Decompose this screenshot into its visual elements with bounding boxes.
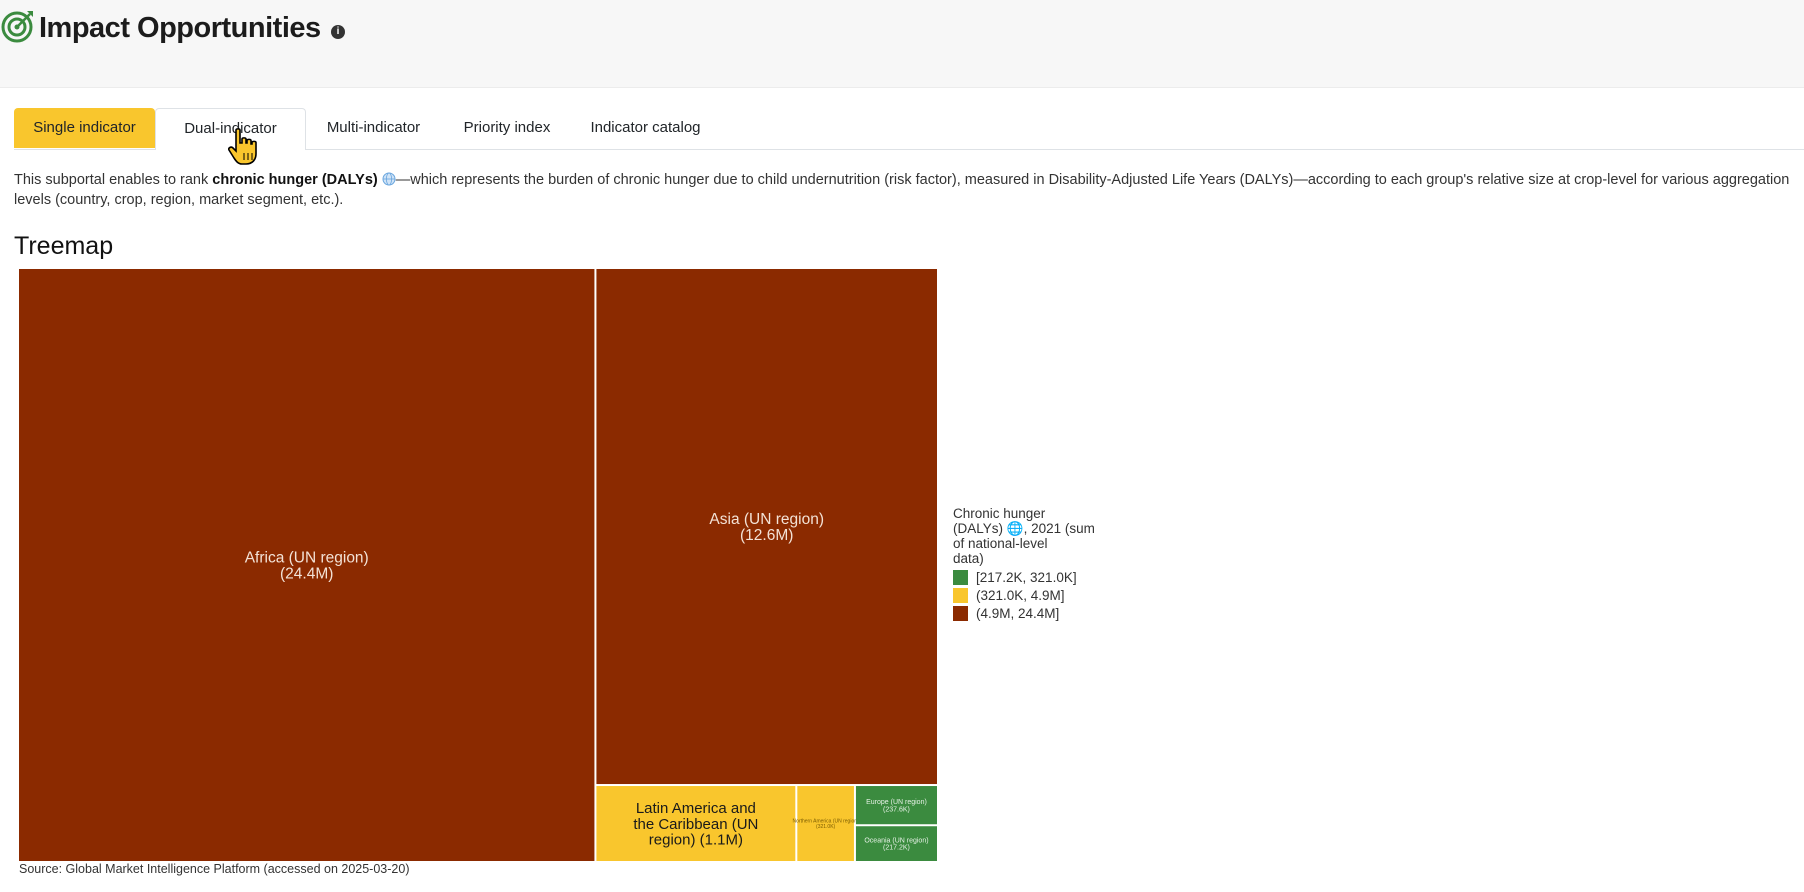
tile-oceania-label: Oceania (UN region) — [864, 837, 928, 844]
tile-africa-label: Africa (UN region) — [245, 549, 369, 566]
tab-indicator-catalog[interactable]: Indicator catalog — [572, 108, 719, 148]
tile-europe-label: (237.6K) — [883, 806, 910, 813]
indicator-name: chronic hunger (DALYs) — [212, 172, 378, 188]
legend-item[interactable]: (321.0K, 4.9M] — [953, 588, 1123, 603]
legend-label: (321.0K, 4.9M] — [976, 588, 1065, 603]
tile-oceania[interactable]: Oceania (UN region)(217.2K) — [855, 826, 937, 861]
legend-swatch — [953, 588, 968, 603]
section-title: Treemap — [14, 232, 114, 260]
info-icon[interactable]: i — [331, 25, 345, 39]
legend-title-line: Chronic hunger — [953, 506, 1046, 521]
treemap-legend: Chronic hunger (DALYs) 🌐, 2021 (sum of n… — [953, 506, 1123, 621]
page-title: Impact Opportunities — [39, 12, 321, 44]
legend-swatch — [953, 570, 968, 585]
legend-item[interactable]: [217.2K, 321.0K] — [953, 570, 1123, 585]
tile-latin-america-label: Latin America and — [636, 800, 756, 817]
tile-latin-america-label: the Caribbean (UN — [633, 816, 758, 833]
tab-multi-indicator[interactable]: Multi-indicator — [305, 108, 442, 148]
tile-africa[interactable]: Africa (UN region)(24.4M) — [19, 269, 595, 861]
tile-africa-label: (24.4M) — [280, 566, 333, 583]
legend-title-line: of national-level — [953, 536, 1048, 551]
tile-oceania-label: (217.2K) — [883, 845, 910, 852]
tile-latin-america[interactable]: Latin America andthe Caribbean (UNregion… — [596, 786, 796, 861]
legend-label: [217.2K, 321.0K] — [976, 570, 1077, 585]
tile-asia-label: (12.6M) — [740, 527, 793, 544]
legend-title-line: (DALYs) 🌐, 2021 (sum — [953, 521, 1095, 536]
legend-label: (4.9M, 24.4M] — [976, 606, 1060, 621]
tile-europe[interactable]: Europe (UN region)(237.6K) — [855, 786, 937, 825]
legend-title: Chronic hunger (DALYs) 🌐, 2021 (sum of n… — [953, 506, 1123, 566]
tile-northern-america-label: (321.0K) — [816, 824, 836, 830]
tab-bar: Single indicator Dual-indicator Multi-in… — [14, 108, 1804, 150]
tile-asia[interactable]: Asia (UN region)(12.6M) — [596, 269, 937, 785]
legend-title-line: data) — [953, 551, 984, 566]
target-icon — [1, 11, 33, 43]
tile-latin-america-label: region) (1.1M) — [649, 832, 743, 849]
page-header: Impact Opportunities i — [0, 0, 1804, 88]
legend-swatch — [953, 606, 968, 621]
tile-northern-america[interactable]: Northern America (UN region)(321.0K) — [793, 786, 859, 861]
hand-cursor-icon — [228, 128, 257, 165]
legend-item[interactable]: (4.9M, 24.4M] — [953, 606, 1123, 621]
globe-icon[interactable] — [382, 172, 396, 186]
tile-asia-label: Asia (UN region) — [709, 511, 824, 528]
source-note: Source: Global Market Intelligence Platf… — [19, 862, 410, 876]
tab-single-indicator[interactable]: Single indicator — [14, 108, 155, 148]
treemap-chart: Africa (UN region)(24.4M)Asia (UN region… — [19, 269, 937, 861]
tile-europe-label: Europe (UN region) — [866, 799, 927, 806]
description-prefix: This subportal enables to rank — [14, 172, 213, 188]
subportal-description: This subportal enables to rank chronic h… — [14, 170, 1794, 210]
tab-priority-index[interactable]: Priority index — [442, 108, 572, 148]
